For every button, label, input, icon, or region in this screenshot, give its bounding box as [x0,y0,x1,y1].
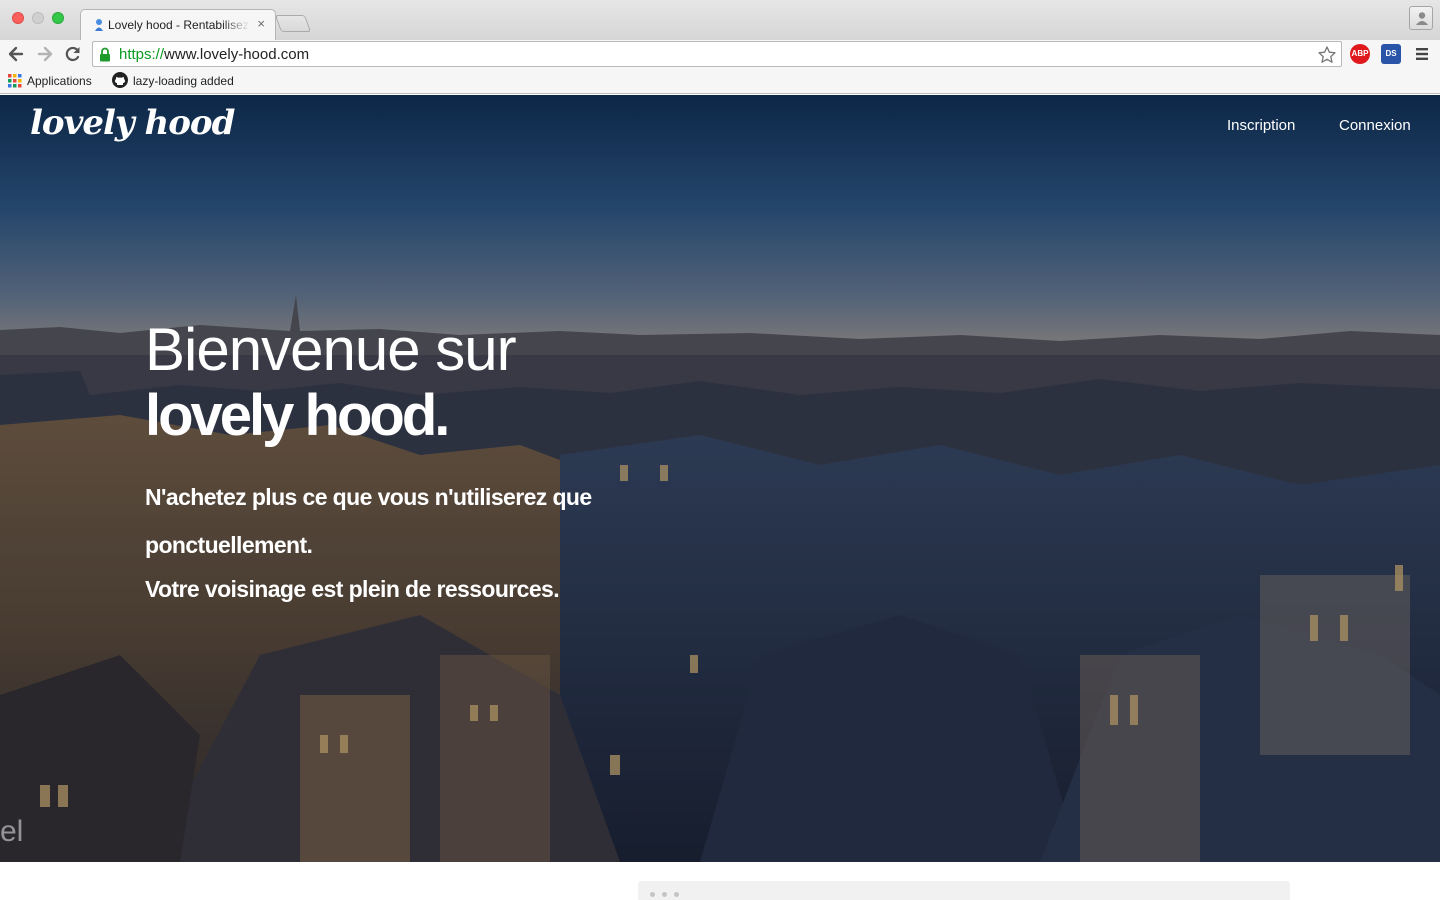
new-tab-button[interactable] [274,15,312,32]
browser-tab-active[interactable]: Lovely hood - Rentabilisez × [80,9,276,40]
tab-close-icon[interactable]: × [257,16,265,31]
person-icon [1416,12,1428,25]
back-arrow-icon[interactable] [6,44,26,64]
github-icon [112,72,128,88]
hero-tagline-secondary: Votre voisinage est plein de ressources. [145,576,560,602]
lock-icon [100,47,110,62]
tab-title: Lovely hood - Rentabilisez [108,18,249,32]
browser-toolbar: https://www.lovely-hood.com ABP DS [0,40,1440,68]
hero-section: lovely hood Inscription Connexion Bienve… [0,95,1440,862]
hero-corner-text: el [0,815,24,848]
hamburger-menu-icon[interactable] [1414,46,1430,62]
hero-headline-line1: Bienvenue sur [145,316,517,383]
bookmark-star-icon[interactable] [1317,45,1337,65]
profile-button[interactable] [1409,6,1433,30]
bookmarks-bar: Applications lazy-loading added [0,68,1440,94]
site-favicon-icon [93,18,105,32]
hero-headline-line2: lovely hood. [145,383,450,448]
bookmark-label: lazy-loading added [133,74,234,88]
adblock-plus-icon[interactable]: ABP [1350,44,1370,64]
url-text: https://www.lovely-hood.com [119,46,309,63]
content-preview-card [638,881,1290,900]
forward-arrow-icon[interactable] [35,44,55,64]
window-dot-icon [674,892,679,897]
reload-icon[interactable] [63,44,83,64]
browser-titlebar: Lovely hood - Rentabilisez × [0,0,1440,40]
hero-tagline: N'achetez plus ce que vous n'utiliserez … [145,484,592,558]
window-close-button[interactable] [12,12,24,24]
window-dot-icon [650,892,655,897]
nav-inscription-link[interactable]: Inscription [1227,117,1295,134]
url-scheme: https:// [119,46,165,63]
bookmark-applications[interactable]: Applications [8,72,92,90]
apps-grid-icon [8,74,22,88]
window-maximize-button[interactable] [52,12,64,24]
window-dot-icon [662,892,667,897]
url-host: www.lovely-hood.com [164,46,310,63]
extension-icon[interactable]: DS [1381,44,1401,64]
site-logo[interactable]: lovely hood [30,103,235,143]
nav-connexion-link[interactable]: Connexion [1339,117,1411,134]
window-minimize-button[interactable] [32,12,44,24]
bookmark-lazy-loading[interactable]: lazy-loading added [112,72,234,90]
hero-headline: Bienvenue sur lovely hood. [145,316,517,449]
bookmark-label: Applications [27,74,92,88]
address-bar[interactable]: https://www.lovely-hood.com [92,41,1342,67]
